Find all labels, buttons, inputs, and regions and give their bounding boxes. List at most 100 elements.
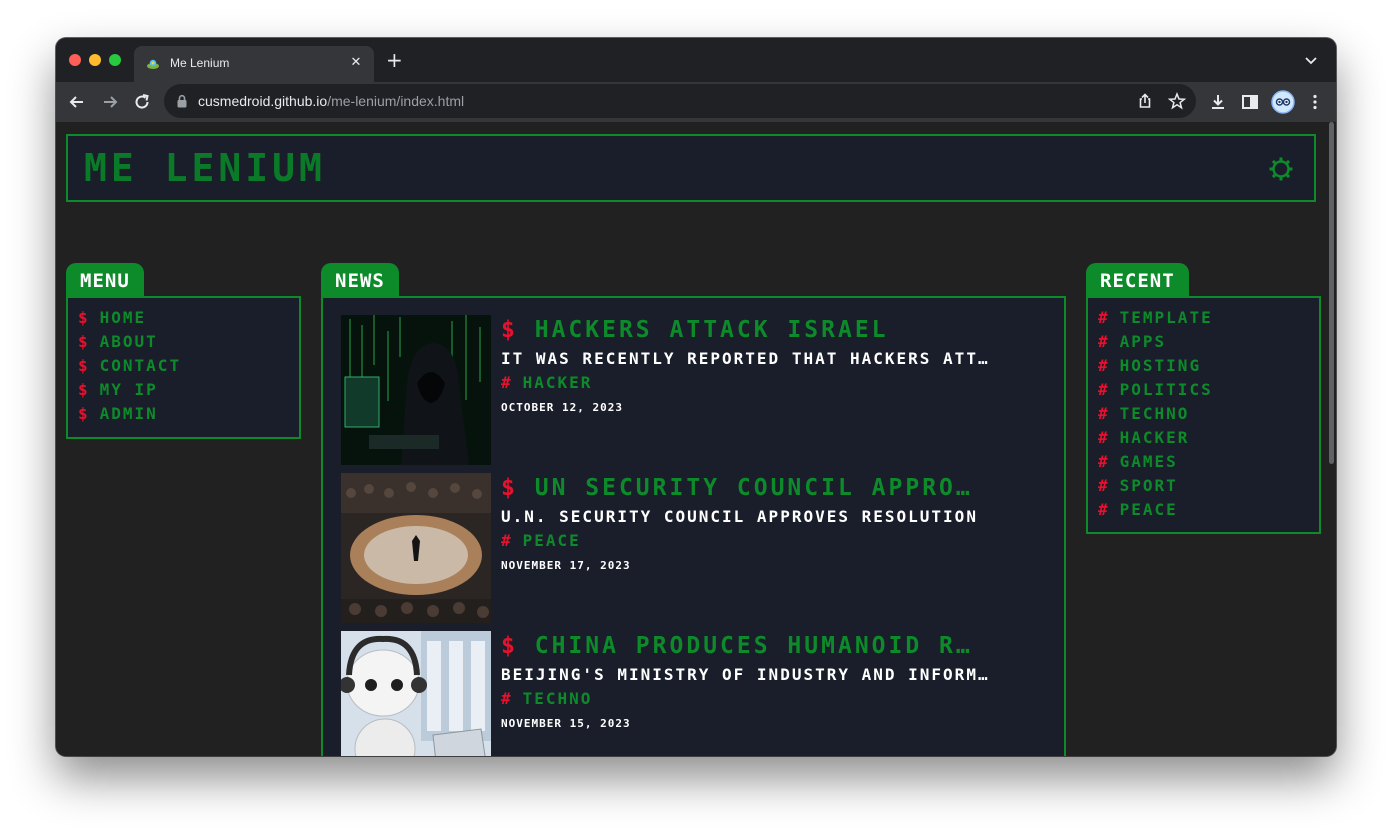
hash-marker: # xyxy=(1098,332,1110,351)
hash-marker: # xyxy=(1098,308,1110,327)
news-title-text: Hackers Attack Israel xyxy=(534,317,889,343)
hash-marker: # xyxy=(1098,476,1110,495)
recent-item-label: Apps xyxy=(1119,332,1167,351)
share-icon[interactable] xyxy=(1136,92,1154,110)
news-item[interactable]: $ UN Security Council Approves Resolutio… xyxy=(341,473,1051,623)
minimize-window-button[interactable] xyxy=(89,54,101,66)
news-description: Beijing's Ministry of Industry and Infor… xyxy=(501,665,991,684)
hash-marker: # xyxy=(1098,500,1110,519)
gear-icon[interactable] xyxy=(1268,156,1294,182)
menu-item-contact[interactable]: $ Contact xyxy=(78,354,299,378)
page-scrollbar[interactable] xyxy=(1329,122,1334,464)
tab-title: Me Lenium xyxy=(170,56,230,70)
dollar-marker: $ xyxy=(501,317,518,343)
news-title[interactable]: $ UN Security Council Approves Resolutio… xyxy=(501,475,981,501)
recent-item-hacker[interactable]: # Hacker xyxy=(1098,426,1319,450)
url-text[interactable]: cusmedroid.github.io/me-lenium/index.htm… xyxy=(198,93,464,109)
kebab-menu-icon[interactable] xyxy=(1305,92,1325,112)
menu-item-my-ip[interactable]: $ My IP xyxy=(78,378,299,402)
recent-item-games[interactable]: # Games xyxy=(1098,450,1319,474)
lock-icon[interactable] xyxy=(176,94,188,108)
hooded-hacker-image[interactable] xyxy=(341,315,491,465)
dollar-marker: $ xyxy=(78,404,90,423)
menu-heading: Menu xyxy=(66,263,144,297)
side-panel-icon[interactable] xyxy=(1240,92,1260,112)
menu-list: $ Home $ About $ Contact $ My IP $ Admin xyxy=(68,298,299,426)
url-host: cusmedroid.github.io xyxy=(198,93,328,109)
recent-item-politics[interactable]: # Politics xyxy=(1098,378,1319,402)
hash-marker: # xyxy=(1098,404,1110,423)
news-title-text: China Produces Humanoid Robots xyxy=(534,633,981,659)
site-title[interactable]: Me Lenium xyxy=(84,146,326,190)
news-description: It was recently reported that hackers at… xyxy=(501,349,991,368)
tab-search-chevron-icon[interactable] xyxy=(1304,53,1318,67)
recent-heading: Recent xyxy=(1086,263,1189,297)
recent-item-sport[interactable]: # Sport xyxy=(1098,474,1319,498)
news-tag-text: Techno xyxy=(522,689,593,708)
hash-marker: # xyxy=(1098,428,1110,447)
recent-item-peace[interactable]: # Peace xyxy=(1098,498,1319,522)
hash-marker: # xyxy=(1098,452,1110,471)
news-item[interactable]: $ Hackers Attack Israel It was recently … xyxy=(341,315,1051,465)
news-tag-text: Hacker xyxy=(522,373,593,392)
news-title[interactable]: $ Hackers Attack Israel xyxy=(501,317,981,343)
profile-avatar-icon[interactable] xyxy=(1271,90,1295,114)
news-tag-text: Peace xyxy=(522,531,581,550)
dollar-marker: $ xyxy=(78,308,90,327)
hash-marker: # xyxy=(501,373,513,392)
download-icon[interactable] xyxy=(1208,92,1228,112)
tab-strip: Me Lenium ✕ + xyxy=(56,38,1336,82)
recent-item-label: Sport xyxy=(1119,476,1178,495)
recent-item-techno[interactable]: # Techno xyxy=(1098,402,1319,426)
news-date: November 17, 2023 xyxy=(501,559,631,572)
new-tab-button[interactable]: + xyxy=(386,50,403,70)
news-heading: News xyxy=(321,263,399,297)
close-window-button[interactable] xyxy=(69,54,81,66)
news-tag[interactable]: # Techno xyxy=(501,689,592,708)
security-council-image[interactable] xyxy=(341,473,491,623)
reload-icon[interactable] xyxy=(132,92,152,112)
hash-marker: # xyxy=(1098,380,1110,399)
page-viewport: Me Lenium Menu $ Home $ About xyxy=(56,122,1336,756)
recent-panel: # Template # Apps # Hosting # Politics # Tech… xyxy=(1086,296,1321,534)
recent-item-label: Politics xyxy=(1119,380,1213,399)
recent-item-label: Games xyxy=(1119,452,1178,471)
maximize-window-button[interactable] xyxy=(109,54,121,66)
menu-item-label: Admin xyxy=(99,404,158,423)
browser-window: Me Lenium ✕ + cusmedroid.github.io/me-le… xyxy=(56,38,1336,756)
news-description: U.N. Security Council approves resolutio… xyxy=(501,507,978,526)
menu-item-about[interactable]: $ About xyxy=(78,330,299,354)
recent-item-label: Template xyxy=(1119,308,1213,327)
address-bar[interactable]: cusmedroid.github.io/me-lenium/index.htm… xyxy=(164,84,1196,118)
menu-item-home[interactable]: $ Home xyxy=(78,306,299,330)
news-tag[interactable]: # Peace xyxy=(501,531,581,550)
recent-item-label: Hacker xyxy=(1119,428,1190,447)
news-title[interactable]: $ China Produces Humanoid Robots xyxy=(501,633,981,659)
recent-list: # Template # Apps # Hosting # Politics # Tech… xyxy=(1088,298,1319,522)
menu-item-label: My IP xyxy=(99,380,158,399)
news-item[interactable]: $ China Produces Humanoid Robots Beijing… xyxy=(341,631,1051,756)
dollar-marker: $ xyxy=(501,475,518,501)
hash-marker: # xyxy=(1098,356,1110,375)
browser-tab[interactable]: Me Lenium ✕ xyxy=(134,46,374,82)
menu-item-label: About xyxy=(99,332,158,351)
site-favicon-icon xyxy=(147,59,159,69)
close-tab-icon[interactable]: ✕ xyxy=(348,55,364,71)
back-arrow-icon[interactable] xyxy=(67,92,87,112)
recent-item-template[interactable]: # Template xyxy=(1098,306,1319,330)
humanoid-robot-image[interactable] xyxy=(341,631,491,756)
menu-item-admin[interactable]: $ Admin xyxy=(78,402,299,426)
news-tag[interactable]: # Hacker xyxy=(501,373,592,392)
hash-marker: # xyxy=(501,689,513,708)
recent-item-apps[interactable]: # Apps xyxy=(1098,330,1319,354)
menu-item-label: Contact xyxy=(99,356,182,375)
dollar-marker: $ xyxy=(78,332,90,351)
dollar-marker: $ xyxy=(501,633,518,659)
menu-item-label: Home xyxy=(99,308,147,327)
recent-item-hosting[interactable]: # Hosting xyxy=(1098,354,1319,378)
recent-item-label: Techno xyxy=(1119,404,1190,423)
bookmark-star-icon[interactable] xyxy=(1168,92,1186,110)
forward-arrow-icon[interactable] xyxy=(100,92,120,112)
recent-item-label: Peace xyxy=(1119,500,1178,519)
news-date: October 12, 2023 xyxy=(501,401,623,414)
